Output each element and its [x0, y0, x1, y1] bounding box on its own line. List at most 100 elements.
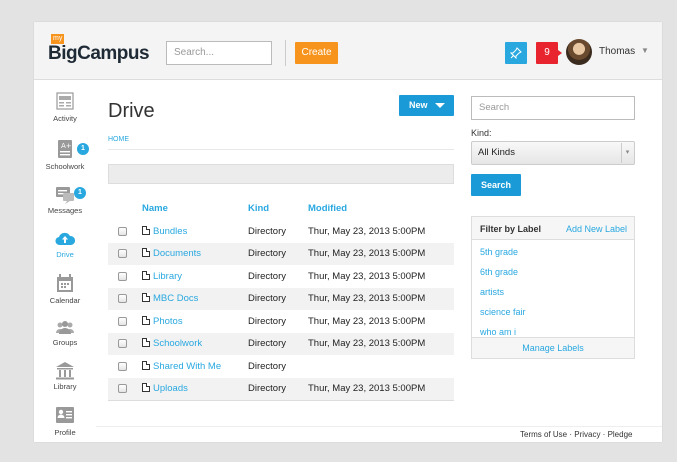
row-checkbox[interactable] — [118, 361, 127, 371]
folder-icon — [142, 360, 150, 370]
file-table: Name Kind Modified Bundles Directory Thu… — [108, 196, 454, 401]
sidebar-item-label: Messages — [47, 206, 83, 215]
pin-icon — [510, 47, 522, 59]
file-kind: Directory — [248, 332, 308, 355]
column-header-kind[interactable]: Kind — [248, 196, 308, 220]
file-toolbar — [108, 164, 454, 184]
footer-links[interactable]: Terms of Use · Privacy · Pledge — [520, 430, 632, 439]
table-row[interactable]: Photos Directory Thur, May 23, 2013 5:00… — [108, 310, 454, 333]
page-title: Drive — [108, 100, 155, 122]
file-name-link[interactable]: MBC Docs — [153, 293, 198, 304]
cloud-upload-icon — [55, 232, 75, 246]
row-checkbox[interactable] — [118, 271, 127, 281]
schoolwork-badge: 1 — [77, 143, 89, 155]
messages-icon — [56, 187, 74, 204]
divider — [108, 149, 454, 150]
filter-title: Filter by Label — [480, 224, 542, 234]
add-new-label-link[interactable]: Add New Label — [566, 224, 627, 234]
folder-icon — [142, 248, 150, 258]
new-button-label: New — [409, 100, 428, 110]
table-row[interactable]: Schoolwork Directory Thur, May 23, 2013 … — [108, 332, 454, 355]
filter-header: Filter by Label Add New Label — [472, 217, 634, 240]
logo-text: BigCampus — [48, 43, 150, 64]
file-name-link[interactable]: Shared With Me — [153, 361, 221, 372]
table-row[interactable]: Library Directory Thur, May 23, 2013 5:0… — [108, 265, 454, 288]
file-name-link[interactable]: Schoolwork — [153, 338, 202, 349]
label-item[interactable]: science fair — [480, 307, 526, 317]
label-item[interactable]: 5th grade — [480, 247, 518, 257]
table-header-row: Name Kind Modified — [108, 196, 454, 220]
drive-search-input[interactable]: Search — [471, 96, 635, 120]
library-icon — [56, 362, 74, 380]
label-item[interactable]: who am i — [480, 327, 516, 337]
app-window: my BigCampus Search... Create 9 Thomas ▼… — [34, 22, 662, 442]
file-kind: Directory — [248, 242, 308, 265]
new-button[interactable]: New — [399, 95, 454, 116]
row-checkbox[interactable] — [118, 383, 127, 393]
folder-icon — [142, 315, 150, 325]
chevron-down-icon: ▾ — [621, 143, 633, 163]
mybigcampus-logo[interactable]: my BigCampus — [48, 34, 150, 68]
sidebar-item-label: Calendar — [49, 296, 81, 305]
avatar[interactable] — [566, 39, 592, 65]
file-name-link[interactable]: Library — [153, 271, 182, 282]
file-modified: Thur, May 23, 2013 5:00PM — [308, 332, 454, 355]
file-modified — [308, 355, 454, 378]
breadcrumb[interactable]: HOME — [108, 136, 129, 143]
file-modified: Thur, May 23, 2013 5:00PM — [308, 225, 426, 237]
label-item[interactable]: artists — [480, 287, 504, 297]
global-search-input[interactable]: Search... — [166, 41, 272, 65]
file-kind: Directory — [248, 287, 308, 310]
table-row[interactable]: Bundles Directory Thur, May 23, 2013 5:0… — [108, 220, 454, 243]
file-name-link[interactable]: Documents — [153, 248, 201, 259]
groups-icon — [56, 321, 74, 334]
file-kind: Directory — [248, 360, 287, 372]
pin-button[interactable] — [505, 42, 527, 64]
file-kind: Directory — [248, 225, 287, 237]
manage-labels-link[interactable]: Manage Labels — [472, 337, 634, 358]
file-name-link[interactable]: Photos — [153, 316, 183, 327]
table-row[interactable]: MBC Docs Directory Thur, May 23, 2013 5:… — [108, 287, 454, 310]
chevron-down-icon[interactable]: ▼ — [641, 46, 649, 55]
file-modified: Thur, May 23, 2013 5:00PM — [308, 270, 426, 282]
file-modified: Thur, May 23, 2013 5:00PM — [308, 287, 454, 310]
row-checkbox[interactable] — [118, 316, 127, 326]
file-modified: Thur, May 23, 2013 5:00PM — [308, 315, 426, 327]
user-name[interactable]: Thomas — [599, 46, 635, 57]
schoolwork-icon: A+ — [58, 140, 72, 158]
table-row[interactable]: Documents Directory Thur, May 23, 2013 5… — [108, 242, 454, 265]
kind-label: Kind: — [471, 128, 492, 138]
search-button[interactable]: Search — [471, 174, 521, 196]
folder-icon — [142, 293, 150, 303]
row-checkbox[interactable] — [118, 226, 127, 236]
chevron-down-icon — [435, 103, 445, 108]
sidebar-item-label: Drive — [56, 250, 74, 259]
profile-icon — [56, 407, 74, 423]
column-header-modified[interactable]: Modified — [308, 196, 454, 220]
file-modified: Thur, May 23, 2013 5:00PM — [308, 377, 454, 401]
column-header-name[interactable]: Name — [142, 196, 248, 220]
kind-select[interactable]: All Kinds ▾ — [471, 141, 635, 165]
sidebar-item-label: Library — [53, 382, 77, 391]
folder-icon — [142, 225, 150, 235]
file-name-link[interactable]: Bundles — [153, 226, 187, 237]
notifications-button[interactable]: 9 — [536, 42, 562, 64]
divider — [96, 426, 662, 427]
activity-icon — [56, 92, 74, 110]
file-modified: Thur, May 23, 2013 5:00PM — [308, 242, 454, 265]
folder-icon — [142, 338, 150, 348]
file-name-link[interactable]: Uploads — [153, 383, 188, 394]
file-kind: Directory — [248, 270, 287, 282]
create-button[interactable]: Create — [295, 42, 338, 64]
top-bar: my BigCampus Search... Create 9 Thomas ▼ — [34, 22, 662, 80]
calendar-icon — [57, 274, 73, 292]
file-kind: Directory — [248, 315, 287, 327]
row-checkbox[interactable] — [118, 339, 127, 349]
sidebar-item-label: Profile — [54, 428, 76, 437]
table-row[interactable]: Uploads Directory Thur, May 23, 2013 5:0… — [108, 377, 454, 401]
label-item[interactable]: 6th grade — [480, 267, 518, 277]
kind-select-value: All Kinds — [478, 147, 515, 158]
table-row[interactable]: Shared With Me Directory — [108, 355, 454, 378]
row-checkbox[interactable] — [118, 249, 127, 259]
row-checkbox[interactable] — [118, 294, 127, 304]
